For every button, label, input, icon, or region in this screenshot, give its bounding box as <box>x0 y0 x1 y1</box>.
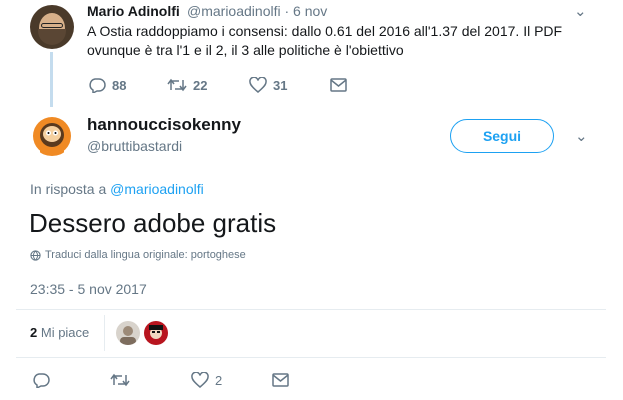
heart-icon <box>191 372 209 388</box>
retweet-icon <box>167 78 187 92</box>
parent-retweet-count: 22 <box>193 77 208 93</box>
parent-author-name[interactable]: Mario Adinolfi <box>87 3 180 19</box>
globe-icon <box>30 249 41 261</box>
parent-tweet-text-line2: ovunque è tra l'1 e il 2, il 3 alle poli… <box>87 42 404 58</box>
translate-link[interactable]: Traduci dalla lingua originale: portoghe… <box>30 249 246 261</box>
parent-reply-button[interactable]: 88 <box>88 76 126 94</box>
retweet-icon <box>110 373 130 387</box>
like-button[interactable]: 2 <box>191 370 222 390</box>
parent-like-count: 31 <box>273 77 288 93</box>
main-tweet-menu-chevron-icon[interactable]: ⌄ <box>575 127 588 145</box>
reply-prefix: In risposta a <box>30 181 107 197</box>
likes-label: Mi piace <box>40 325 90 340</box>
likes-divider <box>104 315 105 351</box>
main-author-name[interactable]: hannouccisokenny <box>87 115 241 135</box>
parent-author-handle[interactable]: @marioadinolfi <box>187 3 281 19</box>
avatar-hannouccisokenny[interactable] <box>30 112 74 156</box>
like-count: 2 <box>215 372 223 388</box>
liker-avatar-2[interactable] <box>144 321 168 345</box>
dm-button[interactable] <box>272 370 289 390</box>
reply-context: In risposta a @marioadinolfi <box>30 181 204 197</box>
parent-dm-button[interactable] <box>330 76 347 94</box>
parent-like-button[interactable]: 31 <box>249 76 287 94</box>
parent-reply-count: 88 <box>112 77 127 93</box>
main-tweet-text: Dessero adobe gratis <box>29 208 277 238</box>
likes-summary[interactable]: 2 Mi piace <box>30 325 89 340</box>
reply-to-handle-link[interactable]: @marioadinolfi <box>110 181 204 197</box>
parent-tweet-text: A Ostia raddoppiamo i consensi: dallo 0.… <box>87 22 567 60</box>
meta-separator: · <box>284 3 290 19</box>
reply-button[interactable] <box>32 370 50 390</box>
parent-retweet-button[interactable]: 22 <box>167 76 207 94</box>
reply-icon <box>33 373 50 388</box>
follow-button[interactable]: Segui <box>450 119 554 153</box>
main-author-handle[interactable]: @bruttibastardi <box>87 138 182 154</box>
parent-author-meta: @marioadinolfi · 6 nov <box>187 3 327 19</box>
envelope-icon <box>272 373 289 387</box>
divider-top <box>16 309 606 310</box>
liker-avatar-1[interactable] <box>116 321 140 345</box>
translate-text: Traduci dalla lingua originale: portoghe… <box>45 249 246 261</box>
envelope-icon <box>330 78 347 92</box>
heart-icon <box>249 77 267 93</box>
parent-tweet-text-line1: A Ostia raddoppiamo i consensi: dallo 0.… <box>87 23 563 39</box>
likes-count: 2 <box>30 325 38 340</box>
retweet-button[interactable] <box>110 370 130 390</box>
thread-line <box>50 52 53 107</box>
divider-bottom <box>16 357 606 358</box>
avatar-mario-adinolfi[interactable] <box>30 5 74 49</box>
parent-tweet-menu-chevron-icon[interactable]: ⌄ <box>574 2 587 20</box>
tweet-timestamp[interactable]: 23:35 - 5 nov 2017 <box>30 281 147 297</box>
parent-date[interactable]: 6 nov <box>293 3 327 19</box>
reply-icon <box>89 78 106 93</box>
